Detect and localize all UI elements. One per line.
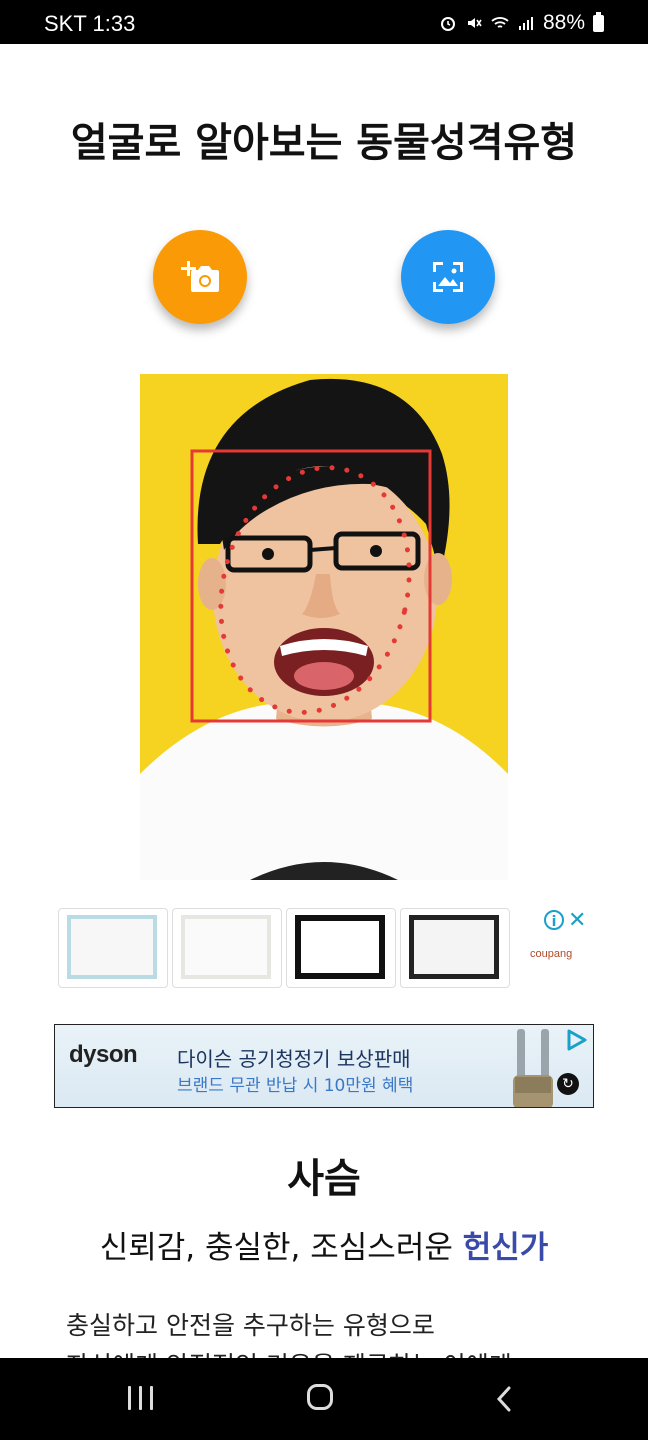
ad-product-frame[interactable] [58,908,168,988]
ad-headline: 다이슨 공기청정기 보상판매 [177,1047,411,1071]
back-button[interactable] [490,1384,520,1414]
adchoices-icon[interactable] [565,1029,587,1051]
status-bar: SKT 1:33 88% [0,0,648,44]
reload-icon[interactable]: ↻ [557,1073,579,1095]
ad-product-frame[interactable] [172,908,282,988]
ad-brand-logo: coupang [530,948,573,960]
dyson-ad-banner[interactable]: dyson 다이슨 공기청정기 보상판매 브랜드 무관 반납 시 10만원 혜택… [54,1024,594,1108]
description-line: 충실하고 안전을 추구하는 유형으로 [66,1311,435,1340]
gallery-button[interactable] [401,230,495,324]
home-button[interactable] [307,1384,333,1410]
ad-brand-logo: dyson [69,1041,138,1068]
ad-product-frame[interactable] [400,908,510,988]
air-purifier-image [513,1029,553,1107]
ad-info-icon[interactable]: i [544,910,564,930]
uploaded-photo [140,374,508,880]
ad-subline: 브랜드 무관 반납 시 10만원 혜택 [177,1076,414,1096]
wifi-icon [491,17,509,28]
navigation-bar [0,1358,648,1440]
traits-text: 신뢰감, 충실한, 조심스러운 [99,1230,463,1266]
traits-highlight: 헌신가 [462,1230,549,1266]
ad-product-frame[interactable] [286,908,396,988]
result-animal: 사슴 [287,1156,361,1202]
result-traits: 신뢰감, 충실한, 조심스러운 헌신가 [0,1222,648,1267]
mute-icon [467,18,482,28]
page-title: 얼굴로 알아보는 동물성격유형 [70,120,578,166]
camera-button[interactable] [153,230,247,324]
battery-percent: 88% [542,11,585,34]
battery-icon [593,11,604,32]
ad-close-icon[interactable]: ✕ [568,908,586,933]
signal-icon [518,17,533,30]
carrier-time: SKT 1:33 [44,11,136,36]
alarm-icon [440,17,455,31]
add-camera-icon [181,261,219,292]
frames-ad-banner[interactable]: i ✕ coupang [58,908,594,988]
image-icon [433,262,463,292]
status-icons: 88% [439,11,604,35]
face-photo-illustration [140,374,508,880]
recent-apps-button[interactable] [128,1386,154,1410]
